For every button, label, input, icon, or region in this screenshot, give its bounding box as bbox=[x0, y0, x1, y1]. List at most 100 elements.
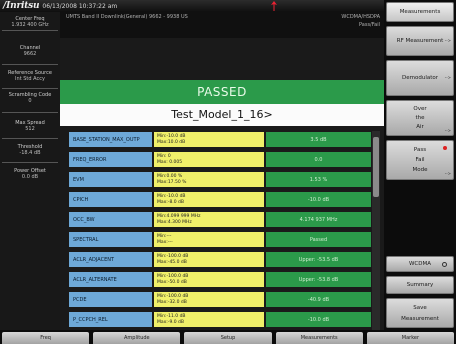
button-label: Summary bbox=[406, 282, 434, 288]
param-value: -18.4 dB bbox=[19, 150, 41, 156]
active-indicator-icon bbox=[443, 146, 447, 150]
softkey-panel: Measurements RF Measurement --> Demodula… bbox=[384, 0, 456, 330]
limits-cell: Min:-100.0 dB Max:-45.0 dB bbox=[153, 251, 265, 268]
button-label: Air bbox=[416, 124, 424, 130]
limits-cell: Min:-100.0 dB Max:-50.0 dB bbox=[153, 271, 265, 288]
button-label: Measurement bbox=[401, 316, 439, 322]
button-label: Mode bbox=[412, 167, 428, 173]
param-power-offset: Power Offset 0.0 dB bbox=[0, 168, 60, 180]
table-row[interactable]: SPECTRAL Min:--- Max:--- Passed bbox=[68, 231, 372, 248]
setup-menu-button[interactable]: Setup bbox=[184, 332, 272, 344]
max-limit: Max:-50.0 dB bbox=[157, 280, 187, 285]
measured-value: -40.9 dB bbox=[265, 291, 372, 308]
scrollbar-thumb[interactable] bbox=[373, 137, 379, 197]
measured-value: 1.53 % bbox=[265, 171, 372, 188]
measurement-name: BASE_STATION_MAX_OUTP bbox=[68, 131, 153, 148]
max-limit: Max:-45.0 dB bbox=[157, 260, 187, 265]
param-max-spread: Max Spread 512 bbox=[0, 120, 60, 132]
limits-cell: Min:--- Max:--- bbox=[153, 231, 265, 248]
antenna-icon bbox=[271, 1, 277, 11]
test-model-title: Test_Model_1_16> bbox=[60, 104, 384, 126]
limits-cell: Min:-10.0 dB Max:-8.0 dB bbox=[153, 191, 265, 208]
table-row[interactable]: OCC_BW Min:4.099 999 MHz Max:4.300 MHz 4.… bbox=[68, 211, 372, 228]
table-row[interactable]: EVM Min:0.00 % Max:17.50 % 1.53 % bbox=[68, 171, 372, 188]
measurement-name: PCDE bbox=[68, 291, 153, 308]
limits-cell: Min:-10.0 dB Max:10.0 dB bbox=[153, 131, 265, 148]
freq-menu-button[interactable]: Freq bbox=[2, 332, 90, 344]
param-channel: Channel 9662 bbox=[0, 45, 60, 57]
amplitude-menu-button[interactable]: Amplitude bbox=[93, 332, 181, 344]
wcdma-button[interactable]: WCDMA bbox=[386, 256, 454, 272]
pass-fail-mode-button[interactable]: Pass Fail Mode --> bbox=[386, 140, 454, 180]
param-value: 0 bbox=[28, 98, 32, 104]
measured-value: 3.5 dB bbox=[265, 131, 372, 148]
table-row[interactable]: CPICH Min:-10.0 dB Max:-8.0 dB -10.0 dB bbox=[68, 191, 372, 208]
demodulator-button[interactable]: Demodulator --> bbox=[386, 60, 454, 96]
signal-standard-text: UMTS Band II Downlink(General) 9662 - 99… bbox=[66, 14, 188, 20]
param-value: Int Std Accy bbox=[15, 76, 45, 82]
measured-value: -10.0 dB bbox=[265, 191, 372, 208]
save-measurement-button[interactable]: Save Measurement bbox=[386, 298, 454, 328]
measurements-menu-title: Measurements bbox=[386, 2, 454, 22]
measured-value: -10.0 dB bbox=[265, 311, 372, 328]
standard-text: WCDMA/HSDPA bbox=[341, 14, 380, 20]
submenu-arrow-icon: --> bbox=[444, 128, 451, 133]
table-row[interactable]: ACLR_ADJACENT Min:-100.0 dB Max:-45.0 dB … bbox=[68, 251, 372, 268]
max-limit: Max:-32.0 dB bbox=[157, 300, 187, 305]
divider bbox=[2, 138, 58, 139]
table-row[interactable]: BASE_STATION_MAX_OUTP Min:-10.0 dB Max:10… bbox=[68, 131, 372, 148]
measurement-name: EVM bbox=[68, 171, 153, 188]
measured-value: Passed bbox=[265, 231, 372, 248]
measured-value: 4.174 937 MHz bbox=[265, 211, 372, 228]
divider bbox=[2, 30, 58, 31]
marker-menu-button[interactable]: Marker bbox=[366, 332, 455, 344]
over-the-air-button[interactable]: Over the Air --> bbox=[386, 100, 454, 136]
button-label: the bbox=[415, 115, 425, 121]
param-center-freq: Center Freq 1.932 400 GHz bbox=[0, 16, 60, 28]
table-row[interactable]: ACLR_ALTERNATE Min:-100.0 dB Max:-50.0 dB… bbox=[68, 271, 372, 288]
table-row[interactable]: FREQ_ERROR Min: 0 Max: 0.005 0.0 bbox=[68, 151, 372, 168]
param-value: 0.0 dB bbox=[21, 174, 39, 180]
pass-fail-text: Pass/Fail bbox=[358, 22, 380, 28]
table-row[interactable]: PCDE Min:-100.0 dB Max:-32.0 dB -40.9 dB bbox=[68, 291, 372, 308]
rf-measurement-button[interactable]: RF Measurement --> bbox=[386, 26, 454, 56]
max-limit: Max: 0.005 bbox=[157, 160, 183, 165]
param-value: 512 bbox=[25, 126, 35, 132]
date-time: 06/13/2008 10:37:22 am bbox=[42, 2, 118, 10]
button-label: WCDMA bbox=[408, 261, 432, 267]
measured-value: 0.0 bbox=[265, 151, 372, 168]
status-bar: /Inritsu 06/13/2008 10:37:22 am bbox=[0, 0, 384, 12]
measurement-name: FREQ_ERROR bbox=[68, 151, 153, 168]
param-scrambling-code: Scrambling Code 0 bbox=[0, 92, 60, 104]
measured-value: Upper: -53.8 dB bbox=[265, 271, 372, 288]
max-limit: Max:17.50 % bbox=[157, 180, 187, 185]
measurement-name: ACLR_ADJACENT bbox=[68, 251, 153, 268]
button-label: Fail bbox=[415, 157, 425, 163]
measurement-name: SPECTRAL bbox=[68, 231, 153, 248]
button-label: Save bbox=[413, 305, 427, 311]
measurement-name: P_CCPCH_REL bbox=[68, 311, 153, 328]
measured-value: Upper: -53.5 dB bbox=[265, 251, 372, 268]
limits-cell: Min:-11.0 dB Max:-9.0 dB bbox=[153, 311, 265, 328]
button-label: Over bbox=[413, 106, 427, 112]
table-scrollbar[interactable] bbox=[372, 131, 380, 330]
param-value: 1.932 400 GHz bbox=[11, 22, 49, 28]
radio-indicator-icon bbox=[442, 262, 447, 267]
table-row[interactable]: P_CCPCH_REL Min:-11.0 dB Max:-9.0 dB -10.… bbox=[68, 311, 372, 328]
measurements-menu-button[interactable]: Measurements bbox=[275, 332, 363, 344]
measurement-name: OCC_BW bbox=[68, 211, 153, 228]
param-reference-source: Reference Source Int Std Accy bbox=[0, 70, 60, 82]
button-label: Demodulator bbox=[402, 75, 438, 81]
divider bbox=[2, 112, 58, 113]
parameter-panel: Center Freq 1.932 400 GHz Channel 9662 R… bbox=[0, 12, 60, 330]
param-threshold: Threshold -18.4 dB bbox=[0, 144, 60, 156]
param-value: 9662 bbox=[23, 51, 37, 57]
summary-button[interactable]: Summary bbox=[386, 276, 454, 294]
divider bbox=[2, 64, 58, 65]
limits-cell: Min:0.00 % Max:17.50 % bbox=[153, 171, 265, 188]
limits-cell: Min:-100.0 dB Max:-32.0 dB bbox=[153, 291, 265, 308]
bottom-menu-bar: Freq Amplitude Setup Measurements Marker bbox=[0, 330, 456, 344]
max-limit: Max:10.0 dB bbox=[157, 140, 186, 145]
submenu-arrow-icon: --> bbox=[444, 75, 451, 80]
max-limit: Max:-9.0 dB bbox=[157, 320, 184, 325]
